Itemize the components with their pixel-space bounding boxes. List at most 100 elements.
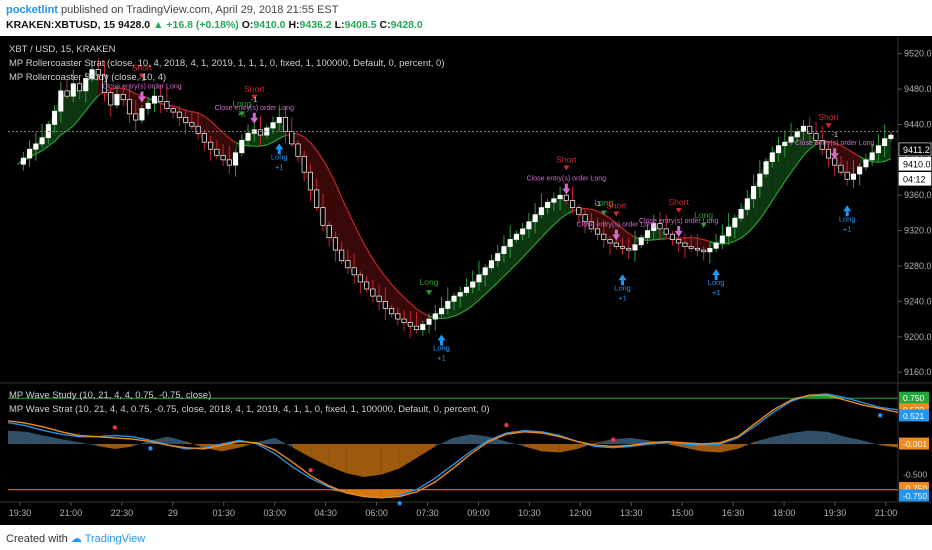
price-tick-label: 9160.0 <box>904 367 932 377</box>
wave-histogram <box>844 436 863 444</box>
trade-label: -1 <box>831 130 838 139</box>
candle-body <box>357 274 363 283</box>
close-label: C: <box>379 19 391 31</box>
trade-label: Short <box>669 197 690 207</box>
candle-body <box>376 295 382 302</box>
wave-histogram <box>186 441 204 448</box>
low-value: 9408.5 <box>344 19 377 31</box>
price-tick-label: 9280.0 <box>904 261 932 271</box>
long-arrow-icon <box>426 290 433 296</box>
tradingview-brand[interactable]: TradingView <box>85 533 146 545</box>
candle-body <box>638 237 644 246</box>
trade-label: Close entry(s) order Long <box>795 140 874 147</box>
high-value: 9436.2 <box>299 19 332 31</box>
wave-value-label: 0.750 <box>903 393 925 403</box>
candle-body <box>339 249 345 262</box>
rollercoaster-line <box>872 161 879 163</box>
candle-body <box>595 228 601 235</box>
wave-histogram <box>773 433 792 444</box>
wave-histogram <box>826 431 845 444</box>
candle-body <box>682 242 688 247</box>
candle-body <box>64 90 70 97</box>
wave-histogram <box>791 430 809 444</box>
candle-body <box>470 281 476 288</box>
trade-label: +1 <box>275 162 284 171</box>
candle-body <box>76 83 83 92</box>
trade-label: Long <box>708 278 725 287</box>
symbol-label: KRAKEN:XBTUSD, 15 <box>6 19 116 31</box>
candle-body <box>520 228 526 235</box>
wave-sell-marker <box>308 467 313 473</box>
candle-body <box>382 301 388 309</box>
candle-body <box>226 159 232 166</box>
candle-body <box>619 246 626 249</box>
wave-histogram <box>381 444 400 475</box>
candle-body <box>401 318 407 323</box>
close-arrow-stem <box>564 183 568 189</box>
close-arrow-stem <box>677 226 681 231</box>
price-change: +16.8 (+0.18%) <box>166 19 239 31</box>
low-label: L: <box>334 19 345 31</box>
close-value: 9428.0 <box>390 19 423 31</box>
short-arrow-icon <box>613 211 620 217</box>
author-link[interactable]: pocketlint <box>6 4 58 16</box>
candle-body <box>151 95 157 104</box>
candle-body <box>364 281 370 290</box>
candle-body <box>420 324 426 331</box>
candle-body <box>27 148 33 159</box>
open-label: O: <box>241 19 254 31</box>
candle-body <box>145 102 151 109</box>
wave-histogram <box>737 441 756 449</box>
wave-histogram <box>559 444 578 453</box>
wave-value-label: -0.001 <box>903 439 927 449</box>
wave-histogram <box>435 437 453 447</box>
time-tick-label: 13:30 <box>620 508 643 518</box>
candle-body <box>45 124 51 139</box>
price-tick-label: 9320.0 <box>904 226 932 236</box>
close-arrow-stem <box>140 91 144 97</box>
time-tick-label: 22:30 <box>111 508 134 518</box>
candle-body <box>20 157 26 165</box>
candle-body <box>532 214 538 223</box>
candle-body <box>601 233 607 240</box>
candle-body <box>414 325 420 331</box>
price-tick-label: 9240.0 <box>904 296 932 306</box>
chart-area[interactable]: 9160.09200.09240.09280.09320.09360.09400… <box>0 36 932 525</box>
chart-canvas[interactable]: 9160.09200.09240.09280.09320.09360.09400… <box>0 36 932 525</box>
time-tick-label: 29 <box>168 508 178 518</box>
long-arrow-icon <box>700 222 707 228</box>
candle-body <box>395 313 401 320</box>
candle-body <box>114 94 120 106</box>
candle-body <box>52 110 58 125</box>
quote-line: KRAKEN:XBTUSD, 15 9428.0 ▲ +16.8 (+0.18%… <box>6 19 423 31</box>
tradingview-cloud-icon: ☁ <box>70 533 82 545</box>
time-tick-label: 18:00 <box>773 508 796 518</box>
close-arrow-stem <box>252 112 256 118</box>
candle-body <box>108 92 114 106</box>
trade-label: Short <box>556 155 577 165</box>
trade-label: Close entry(s) order Long <box>102 84 181 91</box>
candle-body <box>183 117 189 124</box>
wave-histogram <box>275 437 293 448</box>
trade-label: Close entry(s) order Long <box>215 105 294 112</box>
candle-body <box>513 233 519 240</box>
candle-body <box>838 164 844 173</box>
price-axis-bg <box>898 36 932 525</box>
candle-body <box>70 83 76 97</box>
candle-body <box>776 145 782 154</box>
candle-body <box>239 140 245 154</box>
trade-label: +1 <box>618 293 627 302</box>
trade-label: Long <box>433 343 450 352</box>
candle-body <box>326 224 332 239</box>
candle-body <box>719 235 725 244</box>
trade-label: Long <box>271 152 288 161</box>
candle-body <box>426 318 432 325</box>
candle-body <box>888 134 894 139</box>
wave-histogram <box>417 444 436 458</box>
candle-body <box>189 122 195 127</box>
short-arrow-icon <box>675 208 682 213</box>
candle-body <box>351 267 357 276</box>
candle-body <box>551 198 557 203</box>
candle-body <box>476 274 482 283</box>
rollercoaster-line <box>659 238 667 240</box>
